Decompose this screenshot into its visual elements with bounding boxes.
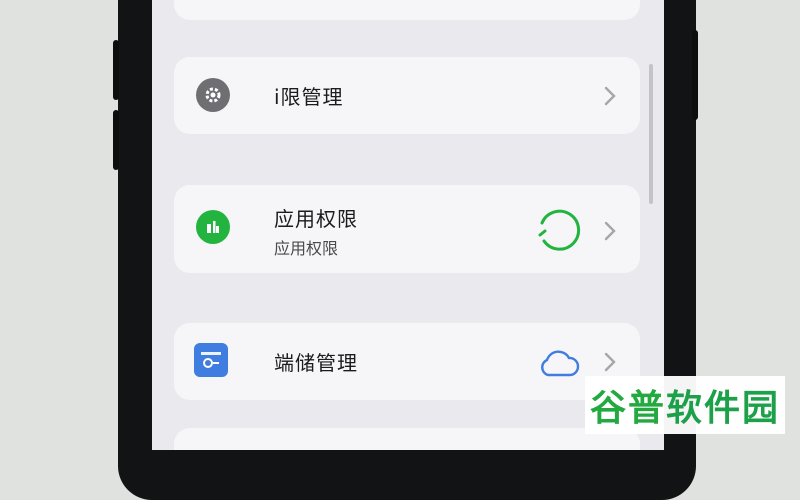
watermark-part1: 谷普 [589,388,666,429]
watermark-part2: 软件园 [666,388,781,429]
phone-side-button [113,40,119,100]
phone-side-button [692,30,698,120]
phone-side-button [113,110,119,170]
settings-item-label: і限管理 [274,85,344,109]
settings-item-label: 应用权限 [274,207,358,231]
storage-card-icon [194,343,228,377]
loading-ring-icon [538,209,581,251]
settings-item-permission-management[interactable]: і限管理 [174,57,640,134]
chevron-right-icon [604,352,616,372]
chevron-right-icon [604,86,616,106]
settings-item-app-permissions[interactable]: 应用权限 应用权限 [174,185,640,273]
settings-item-label: 端储管理 [274,351,358,375]
cloud-icon [541,350,580,377]
settings-item-storage-management[interactable]: 端储管理 [174,323,640,400]
bottom-card-partial[interactable] [174,428,640,450]
top-card-partial[interactable] [174,0,640,20]
app-permission-icon [196,210,230,244]
settings-item-subtitle: 应用权限 [274,239,339,258]
gear-icon [196,78,230,112]
watermark: 谷普 软件园 [585,376,785,434]
scrollbar[interactable] [649,64,653,204]
chevron-right-icon [604,221,616,241]
